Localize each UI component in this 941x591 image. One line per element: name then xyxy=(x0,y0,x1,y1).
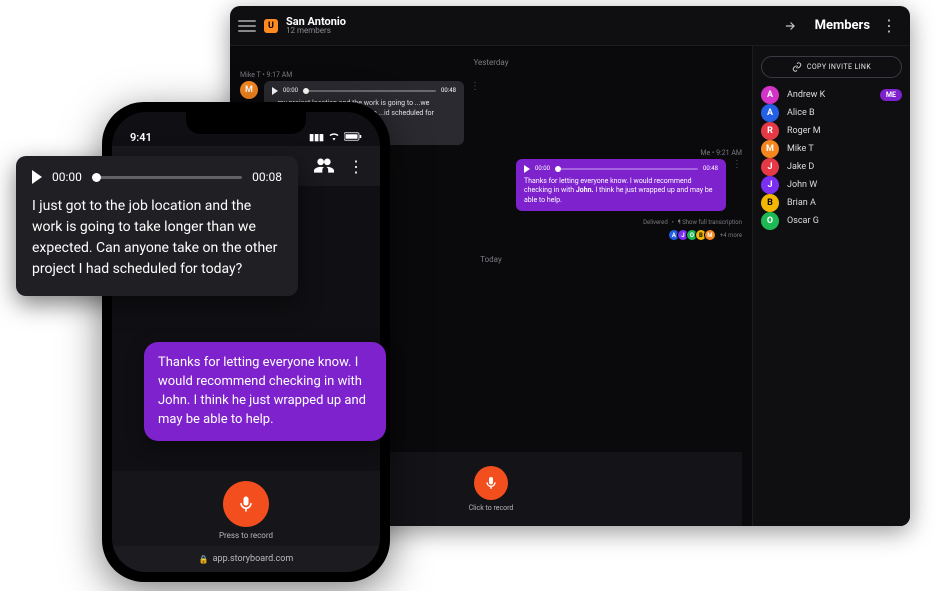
browser-url: app.storyboard.com xyxy=(213,554,294,564)
show-full-transcription[interactable]: Show full transcription xyxy=(682,219,742,226)
avatar: A xyxy=(761,104,779,122)
member-name: Jake D xyxy=(787,162,814,172)
mention-john[interactable]: John. xyxy=(576,186,594,194)
audio-current-time: 00:00 xyxy=(52,170,82,184)
play-icon[interactable] xyxy=(272,87,278,95)
member-row[interactable]: B Brian A xyxy=(761,194,902,212)
record-hint: Press to record xyxy=(219,531,273,540)
audio-track[interactable] xyxy=(92,176,242,179)
message-actions-icon[interactable]: ⋮ xyxy=(732,159,742,211)
audio-player[interactable]: 00:00 00:48 xyxy=(272,87,456,95)
avatar: R xyxy=(761,122,779,140)
battery-icon xyxy=(344,132,362,144)
more-icon[interactable]: ⋮ xyxy=(346,156,366,176)
transcription-card[interactable]: 00:00 00:08 I just got to the job locati… xyxy=(16,156,298,296)
channel-member-count: 12 members xyxy=(286,27,346,35)
play-icon[interactable] xyxy=(524,165,530,173)
message-meta: Mike T • 9:17 AM xyxy=(240,71,742,79)
copy-invite-link-button[interactable]: COPY INVITE LINK xyxy=(761,56,902,78)
member-name: Brian A xyxy=(787,198,816,208)
avatar: J xyxy=(761,158,779,176)
channel-title-block[interactable]: San Antonio 12 members xyxy=(286,16,346,36)
audio-player[interactable]: 00:00 00:48 xyxy=(524,165,718,173)
members-icon[interactable] xyxy=(314,156,334,176)
audio-duration: 00:48 xyxy=(703,165,718,173)
avatar: B xyxy=(761,194,779,212)
member-row[interactable]: J Jake D xyxy=(761,158,902,176)
audio-track[interactable] xyxy=(555,168,698,170)
play-icon[interactable] xyxy=(32,170,42,184)
lock-icon: 🔒 xyxy=(199,555,209,564)
member-name: Oscar G xyxy=(787,216,819,226)
audio-current-time: 00:00 xyxy=(283,87,298,95)
own-reply-bubble-large[interactable]: Thanks for letting everyone know. I woul… xyxy=(144,342,386,441)
audio-player[interactable]: 00:00 00:08 xyxy=(32,170,282,184)
reply-text: Thanks for letting everyone know. I woul… xyxy=(158,355,366,427)
avatar: J xyxy=(761,176,779,194)
members-header: Members xyxy=(815,18,870,33)
phone-footer: Press to record xyxy=(112,471,380,546)
message-actions-icon[interactable]: ⋮ xyxy=(470,81,480,145)
record-button[interactable] xyxy=(223,481,269,527)
member-name: Mike T xyxy=(787,144,814,154)
transcription-text: I just got to the job location and the w… xyxy=(32,196,282,280)
me-badge: ME xyxy=(880,89,902,101)
menu-icon[interactable] xyxy=(238,17,256,35)
member-row[interactable]: R Roger M xyxy=(761,122,902,140)
member-row[interactable]: O Oscar G xyxy=(761,212,902,230)
member-row[interactable]: J John W xyxy=(761,176,902,194)
audio-current-time: 00:00 xyxy=(535,165,550,173)
forward-icon[interactable] xyxy=(779,15,801,37)
member-row[interactable]: A Alice B xyxy=(761,104,902,122)
avatar: O xyxy=(761,212,779,230)
member-name: Andrew K xyxy=(787,90,825,100)
message-bubble-own[interactable]: 00:00 00:48 Thanks for letting everyone … xyxy=(516,159,726,211)
seen-more-count[interactable]: +4 more xyxy=(720,232,742,239)
phone-clock: 9:41 xyxy=(130,131,152,144)
member-row[interactable]: M Mike T xyxy=(761,140,902,158)
phone-notch xyxy=(186,112,306,134)
avatar: A xyxy=(761,86,779,104)
member-name: Alice B xyxy=(787,108,815,118)
wifi-icon xyxy=(328,131,340,144)
desktop-header: U San Antonio 12 members Members ⋮ xyxy=(230,6,910,46)
avatar: M xyxy=(761,140,779,158)
seen-avatar: M xyxy=(704,229,716,241)
audio-duration: 00:08 xyxy=(252,170,282,184)
member-row[interactable]: A Andrew K ME xyxy=(761,86,902,104)
record-button[interactable] xyxy=(474,466,508,500)
member-name: John W xyxy=(787,180,817,190)
avatar[interactable]: M xyxy=(240,81,258,99)
member-name: Roger M xyxy=(787,126,821,136)
copy-link-label: COPY INVITE LINK xyxy=(807,63,871,71)
signal-icon: ▮▮▮ xyxy=(309,133,324,143)
delivered-label: Delivered xyxy=(643,219,668,226)
record-hint: Click to record xyxy=(469,504,514,512)
audio-duration: 00:48 xyxy=(441,87,456,95)
browser-url-bar[interactable]: 🔒 app.storyboard.com xyxy=(112,546,380,572)
more-icon[interactable]: ⋮ xyxy=(878,15,900,37)
audio-track[interactable] xyxy=(303,90,436,92)
members-panel: COPY INVITE LINK A Andrew K ME A Alice B R Rog… xyxy=(752,46,910,526)
date-divider-yesterday: Yesterday xyxy=(240,54,742,71)
channel-badge: U xyxy=(264,19,278,33)
